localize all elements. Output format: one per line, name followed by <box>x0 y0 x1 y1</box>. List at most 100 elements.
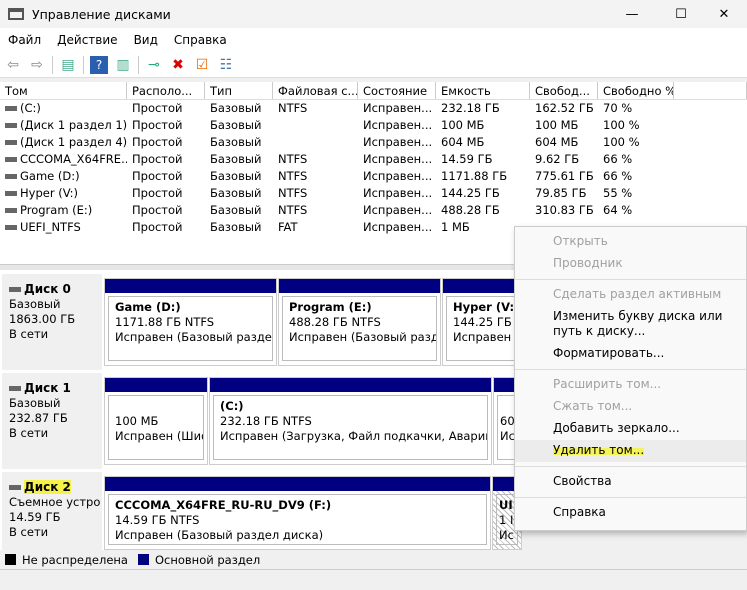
table-cell: Game (D:) <box>0 168 127 185</box>
table-cell: Простой <box>132 186 183 200</box>
partition-size: 100 МБ <box>115 414 159 428</box>
partition[interactable]: (C:) 232.18 ГБ NTFS Исправен (Загрузка, Фа… <box>209 377 492 465</box>
table-cell: 55 % <box>603 186 633 200</box>
menu-action[interactable]: Действие <box>49 33 125 47</box>
menu-view[interactable]: Вид <box>126 33 166 47</box>
disk-row: Диск 0 Базовый 1863.00 ГБ В сети Game (D:) 1… <box>0 274 532 370</box>
table-cell: CCCOMA_X64FRE... <box>0 151 127 168</box>
partition-size: 1171.88 ГБ NTFS <box>115 315 215 329</box>
table-row[interactable]: (Диск 1 раздел 4) Простой Базовый Исправен.… <box>0 134 747 151</box>
disk-name: Диск 2 <box>24 480 71 494</box>
table-cell: 66 % <box>603 169 633 183</box>
context-menu-item[interactable]: Изменить букву диска или путь к диску... <box>515 306 746 343</box>
column-header[interactable]: Свободно % <box>598 82 674 99</box>
table-row[interactable]: Game (D:) Простой Базовый NTFS Исправен... 11… <box>0 168 747 185</box>
menu-separator <box>515 466 746 467</box>
table-cell: Базовый <box>210 203 262 217</box>
table-cell: Базовый <box>210 220 262 234</box>
console-tree-icon[interactable]: ▤ <box>59 56 77 74</box>
column-header[interactable]: Емкость <box>436 82 530 99</box>
disk-name: Диск 0 <box>24 282 71 296</box>
disk-label[interactable]: Диск 2 Съемное устро 14.59 ГБ В сети <box>2 472 102 554</box>
table-cell: Базовый <box>210 101 262 115</box>
partition[interactable]: Game (D:) 1171.88 ГБ NTFS Исправен (Базовы… <box>104 278 277 366</box>
context-menu-item[interactable]: Форматировать... <box>515 343 746 365</box>
disk-type: Базовый <box>9 297 61 311</box>
table-cell: 14.59 ГБ <box>441 152 493 166</box>
back-icon[interactable]: ⇦ <box>4 56 22 74</box>
table-cell: 100 МБ <box>535 118 579 132</box>
table-cell: 1171.88 ГБ <box>441 169 508 183</box>
forward-icon[interactable]: ⇨ <box>28 56 46 74</box>
delete-icon[interactable]: ✖ <box>169 56 187 74</box>
context-menu-item[interactable]: Добавить зеркало... <box>515 418 746 440</box>
volume-icon <box>5 191 17 196</box>
column-header[interactable]: Состояние <box>358 82 436 99</box>
legend-label: Основной раздел <box>154 552 261 567</box>
context-menu-item[interactable]: Свойства <box>515 471 746 493</box>
menu-separator <box>515 279 746 280</box>
partition-status: Исправен (Б <box>453 330 528 344</box>
table-cell: 310.83 ГБ <box>535 203 594 217</box>
context-menu-item: Расширить том... <box>553 377 662 391</box>
menu-file[interactable]: Файл <box>0 33 49 47</box>
table-cell: 64 % <box>603 203 633 217</box>
table-cell: (Диск 1 раздел 1) <box>0 117 127 134</box>
table-cell: 100 % <box>603 135 640 149</box>
help-icon[interactable]: ? <box>90 55 108 74</box>
close-button[interactable]: ✕ <box>701 0 747 28</box>
minimize-button[interactable]: — <box>609 0 655 28</box>
table-row[interactable]: (C:) Простой Базовый NTFS Исправен... 232.18 … <box>0 100 747 117</box>
table-cell: NTFS <box>278 152 308 166</box>
table-row[interactable]: (Диск 1 раздел 1) Простой Базовый Исправен.… <box>0 117 747 134</box>
table-cell: NTFS <box>278 101 308 115</box>
partition-size: 1 I <box>499 513 514 527</box>
table-cell: NTFS <box>278 203 308 217</box>
disk-label[interactable]: Диск 0 Базовый 1863.00 ГБ В сети <box>2 274 102 370</box>
column-header[interactable]: Тип <box>205 82 273 99</box>
column-header[interactable]: Том <box>0 82 127 99</box>
maximize-button[interactable]: ☐ <box>658 0 704 28</box>
context-menu-item[interactable]: Удалить том... <box>515 440 746 462</box>
column-header[interactable]: Располо... <box>127 82 205 99</box>
table-cell: 775.61 ГБ <box>535 169 594 183</box>
table-cell: Исправен... <box>363 186 433 200</box>
partition-status: Исправен (Шиф <box>115 429 204 443</box>
column-header-empty <box>674 82 747 99</box>
table-cell: Простой <box>132 203 183 217</box>
toolbar-separator <box>83 55 84 74</box>
table-row[interactable]: Hyper (V:) Простой Базовый NTFS Исправен... 1… <box>0 185 747 202</box>
disk-status: В сети <box>9 525 49 539</box>
partition-title <box>115 399 119 413</box>
volume-icon <box>5 140 17 145</box>
disk-type: Базовый <box>9 396 61 410</box>
column-header[interactable]: Свобод... <box>530 82 598 99</box>
check-icon[interactable]: ☑ <box>193 56 211 74</box>
context-menu-item[interactable]: Справка <box>515 502 746 524</box>
table-row[interactable]: CCCOMA_X64FRE... Простой Базовый NTFS Исправ… <box>0 151 747 168</box>
table-cell: 232.18 ГБ <box>441 101 500 115</box>
table-cell: Простой <box>132 220 183 234</box>
table-cell: Исправен... <box>363 169 433 183</box>
table-cell <box>273 117 358 134</box>
partition-status: Исправен (Базовый раздел <box>289 330 437 344</box>
partition[interactable]: 100 МБ Исправен (Шиф <box>104 377 208 465</box>
context-menu-item: Открыть <box>553 234 608 248</box>
partition[interactable]: Program (E:) 488.28 ГБ NTFS Исправен (Базо… <box>278 278 441 366</box>
partition-status: Исправен (Базовый раздел д <box>115 330 272 344</box>
disk-status: В сети <box>9 327 49 341</box>
action-pane-icon[interactable]: ▥ <box>114 56 132 74</box>
table-cell: Простой <box>132 101 183 115</box>
table-cell: Базовый <box>210 135 262 149</box>
partition[interactable]: CCCOMA_X64FRE_RU-RU_DV9 (F:) 14.59 ГБ NTF… <box>104 476 491 550</box>
table-cell: Hyper (V:) <box>0 185 127 202</box>
table-cell: 604 МБ <box>441 135 485 149</box>
partition-title: Hyper (V:) <box>453 300 520 314</box>
disk-label[interactable]: Диск 1 Базовый 232.87 ГБ В сети <box>2 373 102 469</box>
column-header[interactable]: Файловая с... <box>273 82 358 99</box>
menu-help[interactable]: Справка <box>166 33 235 47</box>
table-row[interactable]: Program (E:) Простой Базовый NTFS Исправен..… <box>0 202 747 219</box>
properties-icon[interactable]: ☷ <box>217 56 235 74</box>
connect-icon[interactable]: ⊸ <box>145 56 163 74</box>
disk-icon <box>9 287 21 292</box>
